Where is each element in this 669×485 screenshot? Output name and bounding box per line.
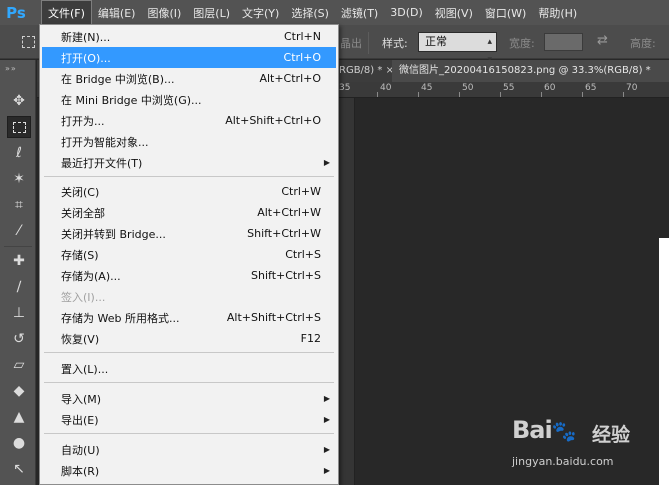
style-select[interactable]: 正常 ▴▾ [418, 32, 497, 65]
ruler-tick [582, 92, 583, 97]
ruler-label: 45 [421, 83, 433, 93]
submenu-arrow-icon: ▶ [323, 158, 330, 167]
blur-icon[interactable]: ▲ [7, 406, 31, 428]
menu-help[interactable]: 帮助(H) [532, 0, 583, 25]
marquee-preset-icon[interactable] [22, 36, 35, 48]
style-label: 样式: [382, 37, 408, 50]
ruler-label: 50 [462, 83, 474, 93]
toolbox-grip-icon[interactable]: »» [5, 64, 17, 73]
vertical-ruler [339, 98, 355, 485]
menu-image[interactable]: 图像(I) [141, 0, 187, 25]
menu-item-open-as[interactable]: 打开为... Alt+Shift+Ctrl+O [42, 110, 336, 131]
menu-item-save-for-web[interactable]: 存储为 Web 所用格式... Alt+Shift+Ctrl+S [42, 307, 336, 328]
menu-separator [44, 433, 334, 434]
file-menu-dropdown: 新建(N)... Ctrl+N 打开(O)... Ctrl+O 在 Bridge 中… [39, 24, 339, 485]
menu-item-browse-in-bridge[interactable]: 在 Bridge 中浏览(B)... Alt+Ctrl+O [42, 68, 336, 89]
menu-item-open-as-smart-object[interactable]: 打开为智能对象... [42, 131, 336, 152]
brush-icon[interactable]: ∕ [7, 276, 31, 298]
menu-separator [44, 382, 334, 383]
menu-filter[interactable]: 滤镜(T) [335, 0, 384, 25]
menu-separator [44, 352, 334, 353]
menu-item-import[interactable]: 导入(M) ▶ [42, 388, 336, 409]
menu-item-export[interactable]: 导出(E) ▶ [42, 409, 336, 430]
tab-document-active[interactable]: 微信图片_20200416150823.png @ 33.3%(RGB/8) * [392, 60, 669, 82]
menu-item-revert[interactable]: 恢复(V) F12 [42, 328, 336, 349]
ruler-label: 70 [626, 83, 638, 93]
toolbox-divider [4, 246, 32, 247]
ruler-tick [418, 92, 419, 97]
dodge-icon[interactable]: ● [7, 432, 31, 454]
menu-bar: Ps 文件(F) 编辑(E) 图像(I) 图层(L) 文字(Y) 选择(S) 滤… [0, 0, 669, 25]
width-label: 宽度: [509, 37, 535, 50]
menu-window[interactable]: 窗口(W) [479, 0, 532, 25]
tab-document-previous[interactable]: RGB/8) * × [339, 60, 394, 82]
toolbox: »» ✥ ℓ ✶ ⌗ ⁄ ✚ ∕ ⊥ ↺ ▱ ◆ ▲ ● ↖ [0, 60, 36, 485]
ruler-label: 55 [503, 83, 515, 93]
ruler-label: 40 [380, 83, 392, 93]
menu-item-open-recent[interactable]: 最近打开文件(T) ▶ [42, 152, 336, 173]
menu-item-open[interactable]: 打开(O)... Ctrl+O [42, 47, 336, 68]
photoshop-logo: Ps [6, 3, 26, 22]
tab-active-label: 微信图片_20200416150823.png @ 33.3%(RGB/8) * [399, 65, 651, 76]
document-canvas[interactable] [659, 238, 669, 485]
ruler-tick [459, 92, 460, 97]
menu-item-close[interactable]: 关闭(C) Ctrl+W [42, 181, 336, 202]
gradient-icon[interactable]: ◆ [7, 380, 31, 402]
menu-item-save[interactable]: 存储(S) Ctrl+S [42, 244, 336, 265]
magic-wand-icon[interactable]: ✶ [7, 168, 31, 190]
width-input[interactable] [544, 33, 583, 51]
pen-icon[interactable]: ↖ [7, 458, 31, 480]
menu-3d[interactable]: 3D(D) [384, 0, 429, 25]
baidu-jingyan-watermark: Bai🐾 经验 jingyan.baidu.com [508, 410, 658, 480]
ruler-tick [623, 92, 624, 97]
ruler-label: 35 [339, 83, 351, 93]
eyedropper-icon[interactable]: ⁄ [7, 220, 31, 242]
menu-file[interactable]: 文件(F) [41, 0, 92, 25]
move-tool-icon[interactable]: ✥ [7, 90, 31, 112]
tab-previous-label: RGB/8) * [339, 65, 383, 76]
menu-item-close-and-go-to-bridge[interactable]: 关闭并转到 Bridge... Shift+Ctrl+W [42, 223, 336, 244]
height-label: 高度: [630, 37, 656, 50]
ruler-label: 60 [544, 83, 556, 93]
menu-separator [44, 176, 334, 177]
spot-healing-icon[interactable]: ✚ [7, 250, 31, 272]
watermark-brand: Bai🐾 [512, 416, 577, 444]
submenu-arrow-icon: ▶ [323, 445, 330, 454]
watermark-url: jingyan.baidu.com [512, 455, 614, 468]
submenu-arrow-icon: ▶ [323, 415, 330, 424]
menu-item-save-as[interactable]: 存储为(A)... Shift+Ctrl+S [42, 265, 336, 286]
clone-stamp-icon[interactable]: ⊥ [7, 302, 31, 324]
menu-item-scripts[interactable]: 脚本(R) ▶ [42, 460, 336, 481]
menu-type[interactable]: 文字(Y) [236, 0, 285, 25]
ruler-tick [377, 92, 378, 97]
menu-view[interactable]: 视图(V) [429, 0, 479, 25]
eraser-icon[interactable]: ▱ [7, 354, 31, 376]
crop-icon[interactable]: ⌗ [7, 194, 31, 216]
rectangular-marquee-icon[interactable] [7, 116, 31, 138]
menu-item-check-in: 签入(I)... [61, 290, 106, 304]
ruler-tick [541, 92, 542, 97]
menu-layer[interactable]: 图层(L) [187, 0, 236, 25]
swap-arrows-icon[interactable]: ⇄ [597, 33, 608, 48]
lasso-icon[interactable]: ℓ [7, 142, 31, 164]
menu-item-new[interactable]: 新建(N)... Ctrl+N [42, 26, 336, 47]
history-brush-icon[interactable]: ↺ [7, 328, 31, 350]
watermark-brand-cn: 经验 [592, 424, 631, 446]
ruler-tick [500, 92, 501, 97]
options-divider [368, 32, 369, 54]
menu-item-browse-in-mini-bridge[interactable]: 在 Mini Bridge 中浏览(G)... [42, 89, 336, 110]
ruler-label: 65 [585, 83, 597, 93]
menu-select[interactable]: 选择(S) [285, 0, 335, 25]
submenu-arrow-icon: ▶ [323, 394, 330, 403]
menu-edit[interactable]: 编辑(E) [92, 0, 142, 25]
style-select-value: 正常 [425, 35, 447, 48]
menu-item-place[interactable]: 置入(L)... [42, 358, 336, 379]
menu-item-automate[interactable]: 自动(U) ▶ [42, 439, 336, 460]
submenu-arrow-icon: ▶ [323, 466, 330, 475]
refine-edge-label: 晶出 [340, 37, 362, 50]
menu-item-close-all[interactable]: 关闭全部 Alt+Ctrl+W [42, 202, 336, 223]
